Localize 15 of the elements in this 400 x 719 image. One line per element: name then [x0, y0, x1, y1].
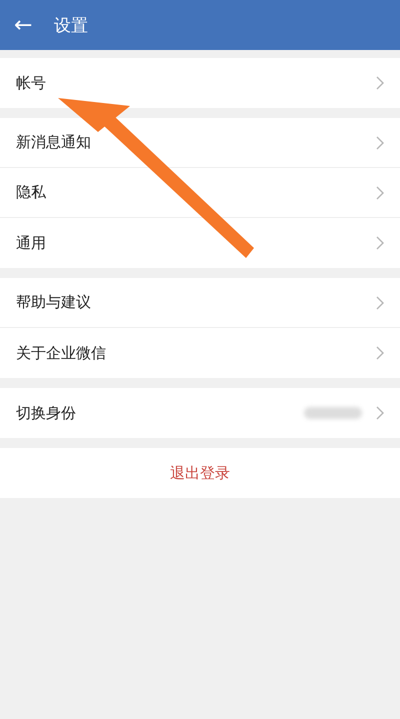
chevron-icon [376, 136, 384, 150]
chevron-icon [376, 346, 384, 360]
back-button[interactable]: ← [14, 12, 38, 38]
settings-item[interactable]: 关于企业微信 [0, 328, 400, 378]
chevron-icon [376, 76, 384, 90]
page-title: 设置 [54, 14, 88, 36]
chevron-icon [376, 236, 384, 250]
chevron-icon [376, 186, 384, 200]
settings-item[interactable]: 切换身份 [0, 388, 400, 438]
settings-item[interactable]: 通用 [0, 218, 400, 268]
logout-button[interactable]: 退出登录 [0, 448, 400, 498]
chevron-icon [376, 296, 384, 310]
settings-item[interactable]: 帮助与建议 [0, 278, 400, 328]
chevron-icon [376, 406, 384, 420]
settings-item[interactable]: 帐号 [0, 58, 400, 108]
